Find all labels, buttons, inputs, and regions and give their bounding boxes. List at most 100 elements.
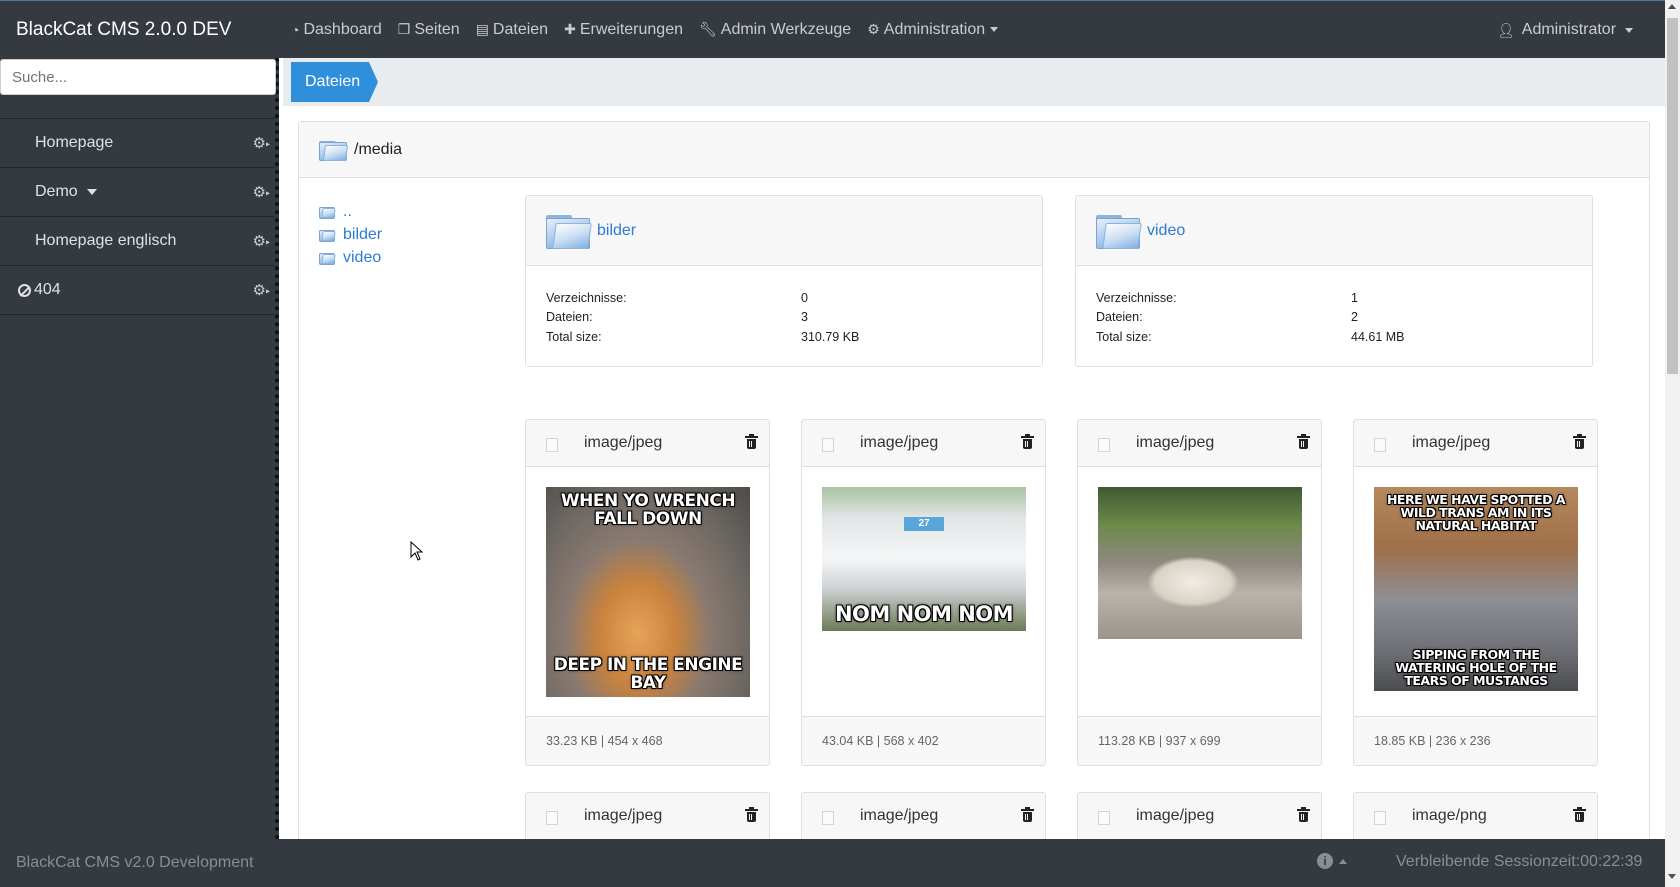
file-icon (822, 811, 834, 825)
scroll-up-icon[interactable] (1668, 4, 1676, 9)
file-card[interactable]: image/png (1353, 792, 1598, 841)
tree-item-label: bilder (343, 225, 383, 243)
trash-icon[interactable] (745, 807, 758, 822)
scrollbar-thumb[interactable] (1667, 18, 1678, 374)
file-type: image/jpeg (860, 807, 939, 824)
file-card[interactable]: image/jpeg HERE WE HAVE SPOTTED A WILD T… (1353, 419, 1598, 766)
sidebar-item-label: Homepage (35, 134, 114, 151)
chevron-down-icon (990, 27, 999, 32)
stat-value: 2 (1351, 310, 1358, 325)
thumbnail-image[interactable] (1098, 487, 1302, 639)
file-card[interactable]: image/jpeg WHEN YO WRENCH FALL DOWN DEEP… (525, 419, 770, 766)
chevron-up-icon[interactable] (1339, 859, 1347, 864)
breadcrumb: Dateien (283, 58, 1665, 106)
file-preview: 27 NOM NOM NOM (802, 467, 1045, 717)
stat-value: 310.79 KB (801, 329, 860, 344)
search-input[interactable] (0, 59, 276, 95)
sidebar-item-homepage-englisch[interactable]: Homepage englisch ⚙▸ (0, 217, 275, 266)
nav-seiten[interactable]: ❐ Seiten (398, 21, 460, 39)
file-card[interactable]: image/jpeg 27 NOM NOM NOM 43.04 KB | 568… (801, 419, 1046, 766)
nav-seiten-label: Seiten (414, 20, 460, 38)
nav-erweiterungen[interactable]: ✚ Erweiterungen (564, 21, 683, 39)
tree-item-bilder[interactable]: bilder (319, 223, 382, 246)
info-icon[interactable]: i (1317, 853, 1333, 869)
sidebar-item-demo-wrap: Demo (35, 183, 97, 201)
scroll-down-icon[interactable] (1668, 874, 1676, 879)
chevron-down-icon (1625, 27, 1634, 33)
tree-item-video[interactable]: video (319, 246, 382, 269)
folder-icon[interactable] (1096, 213, 1142, 249)
brand-title[interactable]: BlackCat CMS 2.0.0 DEV (16, 19, 291, 41)
folder-icon[interactable] (546, 213, 592, 249)
file-card[interactable]: image/jpeg 113.28 KB | 937 x 699 (1077, 419, 1322, 766)
meme-caption-top: WHEN YO WRENCH FALL DOWN (560, 491, 736, 529)
page-settings-icon[interactable]: ⚙▸ (253, 232, 270, 250)
page-settings-icon[interactable]: ⚙▸ (253, 183, 270, 201)
file-card[interactable]: image/jpeg (525, 792, 770, 841)
trash-icon[interactable] (1021, 807, 1034, 822)
folder-card-bilder: bilder Verzeichnisse: 0 Dateien: 3 Total s… (525, 195, 1043, 367)
tree-item-label: video (343, 248, 382, 266)
nav-dashboard[interactable]: ◔ Dashboard (291, 21, 382, 39)
folder-icon (319, 139, 349, 161)
file-card[interactable]: image/jpeg (801, 792, 1046, 841)
trash-icon[interactable] (745, 434, 758, 449)
meme-caption-bottom: DEEP IN THE ENGINE BAY (553, 655, 743, 694)
page-scrollbar[interactable] (1665, 0, 1680, 887)
ban-icon (18, 283, 31, 297)
file-type: image/jpeg (860, 434, 939, 451)
sidebar-item-404[interactable]: 404 ⚙▸ (0, 266, 275, 315)
file-type: image/png (1412, 807, 1487, 824)
folder-card-video: video Verzeichnisse: 1 Dateien: 2 Total si… (1075, 195, 1593, 367)
page-settings-icon[interactable]: ⚙▸ (253, 281, 270, 299)
file-meta: 33.23 KB | 454 x 468 (526, 717, 769, 765)
file-meta: 18.85 KB | 236 x 236 (1354, 717, 1597, 765)
folder-tree: .. bilder video (319, 200, 382, 269)
thumbnail-image[interactable]: 27 NOM NOM NOM (822, 487, 1026, 631)
tree-item-parent[interactable]: .. (319, 200, 382, 223)
sidebar-item-demo[interactable]: Demo ⚙▸ (0, 168, 275, 217)
thumbnail-image[interactable]: WHEN YO WRENCH FALL DOWN DEEP IN THE ENG… (546, 487, 750, 697)
folder-icon (319, 228, 336, 242)
sidebar-item-404-wrap: 404 (18, 281, 61, 299)
user-menu[interactable]: 👤︎ Administrator (1497, 1, 1634, 59)
folder-stats: Verzeichnisse: 1 Dateien: 2 Total size: 44.… (1076, 266, 1592, 347)
breadcrumb-item-dateien[interactable]: Dateien (291, 62, 378, 102)
sidebar-item-label: Demo (35, 183, 78, 200)
folder-icon (319, 251, 336, 265)
nav-dateien-label: Dateien (492, 20, 549, 38)
folder-card-header: bilder (526, 196, 1042, 266)
folder-stats: Verzeichnisse: 0 Dateien: 3 Total size: 310… (526, 266, 1042, 347)
folder-link-bilder[interactable]: bilder (597, 222, 636, 240)
file-meta: 113.28 KB | 937 x 699 (1078, 717, 1321, 765)
sidebar-item-label: 404 (34, 281, 61, 298)
trash-icon[interactable] (1297, 807, 1310, 822)
nav-administration-label: Administration (883, 20, 986, 38)
nav-admin-werkzeuge[interactable]: 🔧︎ Admin Werkzeuge (699, 21, 851, 39)
trash-icon[interactable] (1297, 434, 1310, 449)
tree-item-label: .. (343, 202, 352, 220)
stat-label: Dateien: (1096, 310, 1143, 325)
nav-admin-werkzeuge-label: Admin Werkzeuge (720, 20, 852, 38)
trash-icon[interactable] (1573, 434, 1586, 449)
folder-card-header: video (1076, 196, 1592, 266)
page-tree: Homepage ⚙▸ Demo ⚙▸ Homepage englisch ⚙▸… (0, 118, 275, 315)
chevron-down-icon[interactable] (86, 189, 97, 195)
nav-administration[interactable]: ⚙ Administration (867, 20, 999, 39)
thumbnail-image[interactable]: HERE WE HAVE SPOTTED A WILD TRANS AM IN … (1374, 487, 1578, 691)
file-card-header: image/jpeg (1354, 420, 1597, 467)
folder-link-video[interactable]: video (1147, 222, 1185, 240)
file-card-header: image/jpeg (526, 793, 769, 840)
trash-icon[interactable] (1021, 434, 1034, 449)
sidebar-item-homepage[interactable]: Homepage ⚙▸ (0, 119, 275, 168)
trash-icon[interactable] (1573, 807, 1586, 822)
page-settings-icon[interactable]: ⚙▸ (253, 134, 270, 152)
file-icon (822, 438, 834, 452)
file-card[interactable]: image/jpeg (1077, 792, 1322, 841)
stat-label: Total size: (1096, 329, 1152, 344)
nav-dateien[interactable]: ▤ Dateien (476, 21, 548, 39)
wrench-icon: 🔧︎ (698, 21, 717, 37)
cat-shape (1148, 557, 1238, 607)
file-icon (546, 438, 558, 452)
file-type: image/jpeg (1136, 434, 1215, 451)
